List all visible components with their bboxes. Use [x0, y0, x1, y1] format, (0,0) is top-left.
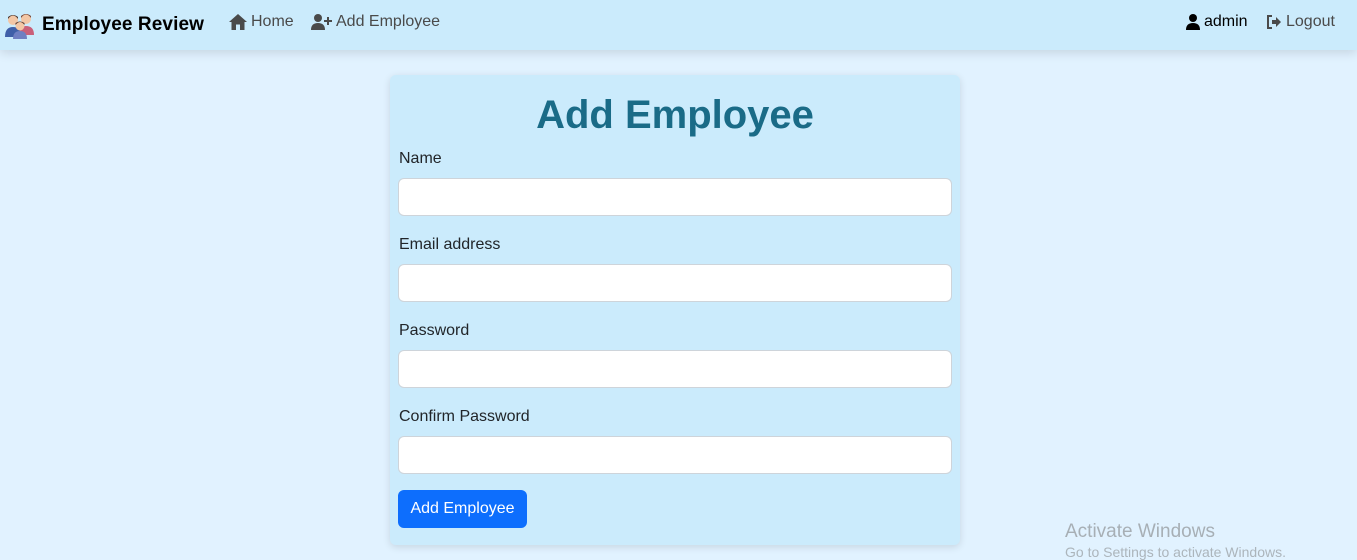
top-navbar: Employee Review Home Add Employee admin … [0, 0, 1357, 50]
confirm-password-label: Confirm Password [399, 408, 530, 425]
nav-logout-label: Logout [1286, 13, 1335, 30]
confirm-password-input[interactable] [398, 436, 952, 474]
nav-user-label: admin [1204, 13, 1248, 30]
employees-logo-icon [4, 11, 36, 39]
nav-home-label: Home [251, 13, 294, 30]
add-employee-card: Add Employee Name Email address Password… [390, 75, 960, 545]
user-icon [1186, 14, 1200, 30]
name-label: Name [399, 150, 442, 167]
name-input[interactable] [398, 178, 952, 216]
password-label: Password [399, 322, 470, 339]
activate-windows-subtext: Go to Settings to activate Windows. [1065, 544, 1286, 560]
brand-title: Employee Review [42, 14, 205, 35]
add-employee-button[interactable]: Add Employee [398, 490, 527, 528]
password-input[interactable] [398, 350, 952, 388]
brand[interactable]: Employee Review [4, 0, 204, 50]
user-plus-icon [311, 14, 332, 30]
activate-windows-watermark: Activate Windows [1065, 521, 1215, 542]
page-title: Add Employee [536, 93, 814, 137]
email-input[interactable] [398, 264, 952, 302]
nav-logout-link[interactable]: Logout [1266, 13, 1335, 31]
logout-icon [1267, 15, 1281, 29]
email-label: Email address [399, 236, 501, 253]
nav-add-employee-label: Add Employee [336, 13, 441, 30]
nav-home-link[interactable]: Home [229, 13, 294, 31]
home-icon [229, 14, 247, 30]
nav-user-link[interactable]: admin [1186, 13, 1248, 31]
nav-add-employee-link[interactable]: Add Employee [311, 13, 440, 31]
